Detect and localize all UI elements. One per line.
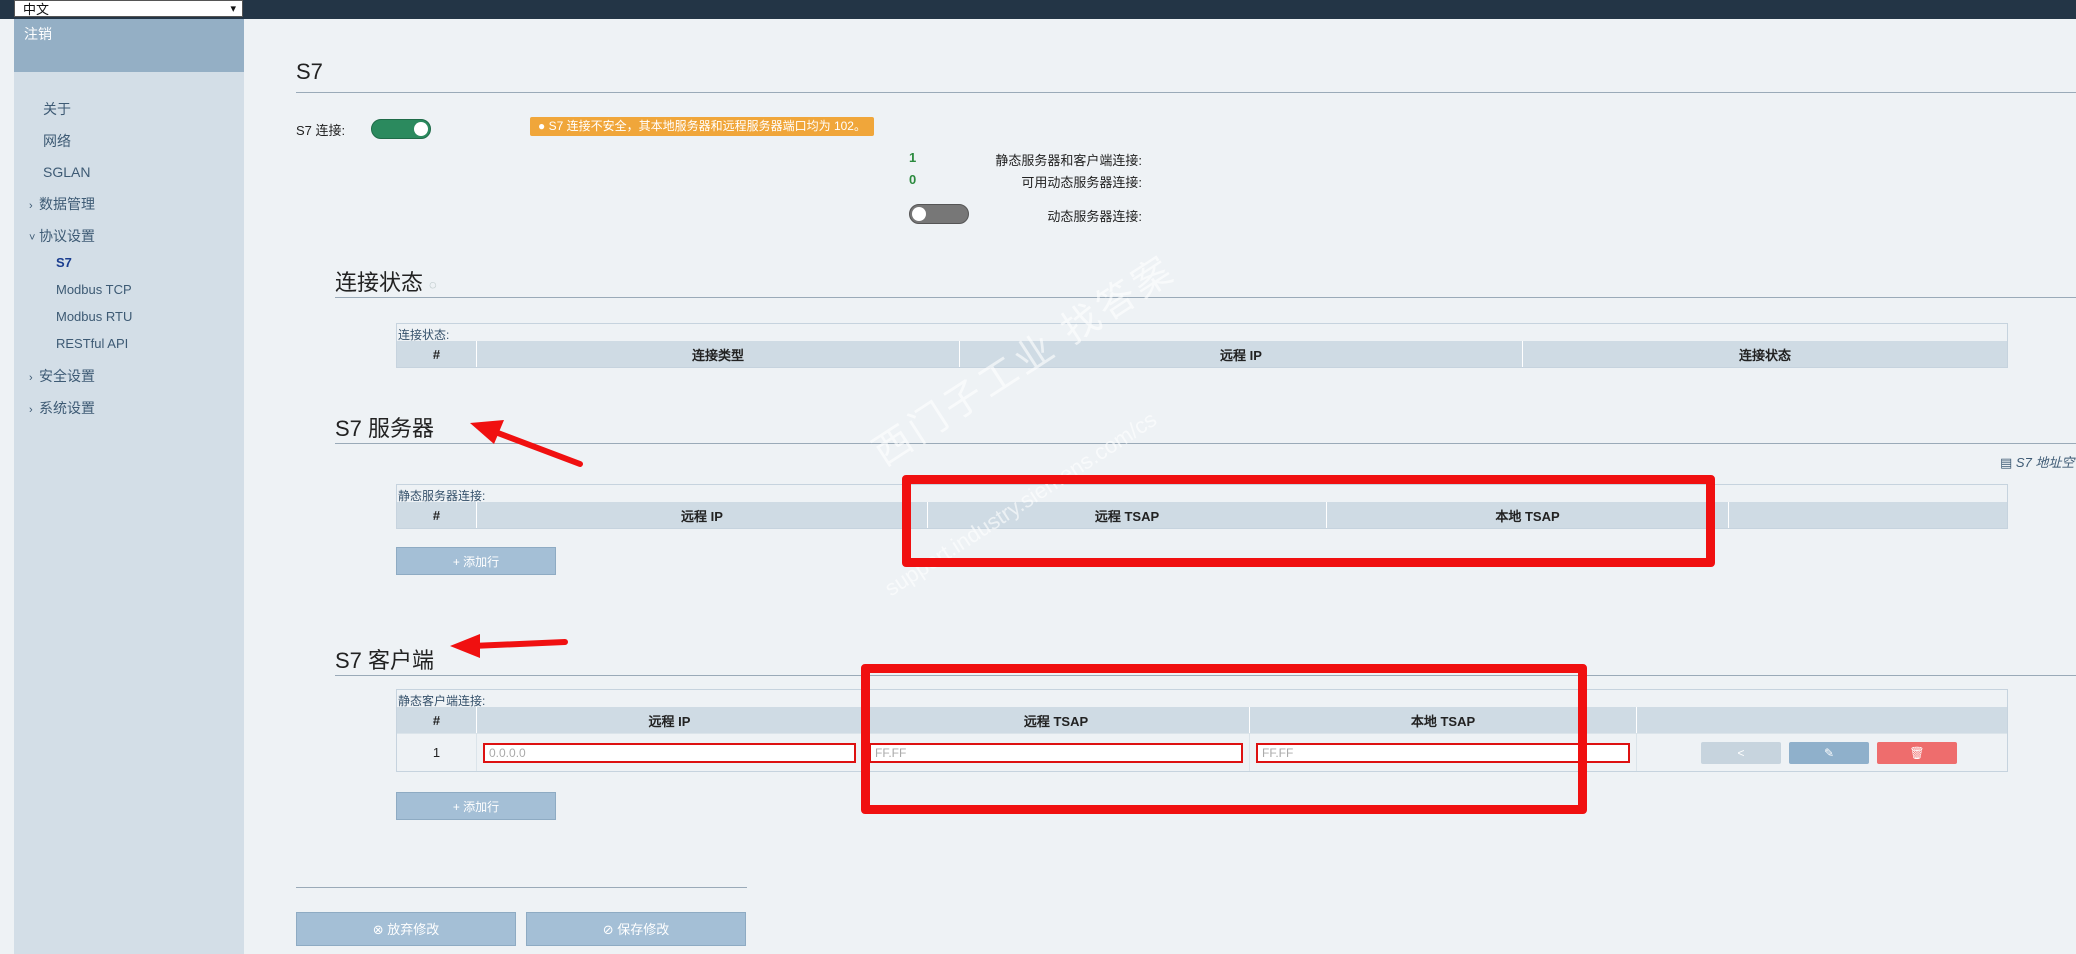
footer-divider (296, 887, 747, 888)
save-changes-button[interactable]: ⊘ 保存修改 (526, 912, 746, 946)
column-header: # (432, 346, 441, 362)
dynamic-available-value: 0 (909, 172, 917, 187)
delete-button[interactable]: 🗑 (1877, 741, 1957, 764)
chevron-right-icon: › (29, 372, 33, 384)
share-icon: < (1737, 745, 1745, 760)
s7-connection-toggle[interactable] (371, 119, 431, 139)
share-button[interactable]: < (1701, 741, 1781, 764)
remote-ip-input[interactable]: 0.0.0.0 (483, 742, 856, 763)
warning-badge: ● S7 连接不安全，其本地服务器和远程服务器端口均为 102。 (530, 117, 874, 136)
column-header: 远程 IP (476, 502, 927, 528)
column-header: # (432, 712, 441, 728)
left-edge (0, 19, 14, 954)
sidebar-item-network[interactable]: 网络 (43, 131, 71, 151)
status-section-title: 连接状态 ◌ (335, 270, 437, 295)
language-select[interactable]: 中文 ▾ (14, 0, 243, 17)
edit-button[interactable]: ✎ (1789, 741, 1869, 764)
sidebar-item-sglan[interactable]: SGLAN (43, 164, 90, 180)
annotation-box-server-tsap (902, 475, 1715, 567)
client-add-row-button[interactable]: + 添加行 (396, 792, 556, 820)
dynamic-connections-toggle[interactable] (909, 204, 969, 224)
remote-ip-cell: 0.0.0.0 (476, 734, 862, 771)
document-icon: ▤ (2000, 455, 2016, 470)
top-bar (0, 0, 2076, 19)
sidebar-item-about[interactable]: 关于 (43, 99, 71, 119)
static-connections-value: 1 (909, 150, 917, 165)
check-circle-icon: ⊘ (602, 922, 618, 937)
sidebar-subitem-s7[interactable]: S7 (56, 255, 72, 270)
server-section-title: S7 服务器 (335, 416, 435, 441)
annotation-box-client-tsap (861, 664, 1587, 814)
toggle-knob (912, 207, 926, 221)
server-section-divider (335, 443, 2076, 444)
page-title: S7 (296, 59, 323, 84)
annotation-arrow-server (470, 420, 583, 467)
address-space-link[interactable]: ▤ S7 地址空 (2000, 452, 2074, 471)
toggle-knob (414, 122, 428, 136)
trash-icon: 🗑 (1909, 745, 1925, 760)
client-section-title: S7 客户端 (335, 648, 435, 673)
status-table: 连接状态: # 连接类型 远程 IP 连接状态 (396, 323, 2008, 368)
title-divider (296, 92, 2076, 93)
column-header: 连接类型 (476, 341, 959, 367)
language-select-value: 中文 (23, 2, 50, 17)
status-section-divider (335, 297, 2076, 298)
static-connections-label: 静态服务器和客户端连接: (995, 153, 1142, 168)
chevron-down-icon: ▾ (230, 3, 236, 15)
edit-icon: ✎ (1823, 745, 1835, 760)
loading-spinner-icon: ◌ (429, 276, 437, 292)
chevron-down-icon: ˅ (29, 232, 36, 244)
column-header (1636, 707, 2007, 733)
column-header: 远程 IP (476, 707, 862, 733)
row-actions: < ✎ 🗑 (1636, 734, 2007, 771)
column-header (1728, 502, 2007, 528)
column-header: 连接状态 (1522, 341, 2007, 367)
dynamic-available-label: 可用动态服务器连接: (1021, 175, 1142, 190)
sidebar-subitem-modbus-tcp[interactable]: Modbus TCP (56, 282, 132, 297)
sidebar-item-security-settings[interactable]: › 安全设置 (29, 366, 95, 386)
status-table-header: # 连接类型 远程 IP 连接状态 (397, 341, 2007, 367)
chevron-right-icon: › (29, 200, 33, 212)
status-table-caption: 连接状态: (398, 328, 450, 342)
warning-icon: ● (538, 119, 546, 133)
chevron-right-icon: › (29, 404, 33, 416)
logout-button[interactable]: 注销 (14, 19, 244, 72)
column-header: 远程 IP (959, 341, 1522, 367)
warning-text: S7 连接不安全，其本地服务器和远程服务器端口均为 102。 (548, 119, 866, 133)
sidebar: 注销 关于 网络 SGLAN › 数据管理 ˅ 协议设置 S7 Modbus TCP… (14, 19, 244, 954)
sidebar-subitem-modbus-rtu[interactable]: Modbus RTU (56, 309, 132, 324)
cancel-circle-icon: ⊗ (372, 922, 388, 937)
annotation-arrow-client (450, 634, 568, 658)
logout-label: 注销 (24, 26, 52, 42)
sidebar-item-protocol-settings[interactable]: ˅ 协议设置 (29, 226, 95, 246)
column-header: # (432, 507, 441, 523)
sidebar-item-system-settings[interactable]: › 系统设置 (29, 398, 95, 418)
sidebar-subitem-restful-api[interactable]: RESTful API (56, 336, 128, 351)
sidebar-item-data-management[interactable]: › 数据管理 (29, 194, 95, 214)
dynamic-connections-label: 动态服务器连接: (1047, 209, 1142, 224)
discard-changes-button[interactable]: ⊗ 放弃修改 (296, 912, 516, 946)
row-index: 1 (432, 745, 441, 760)
server-add-row-button[interactable]: + 添加行 (396, 547, 556, 575)
s7-connection-label: S7 连接: (296, 123, 346, 138)
